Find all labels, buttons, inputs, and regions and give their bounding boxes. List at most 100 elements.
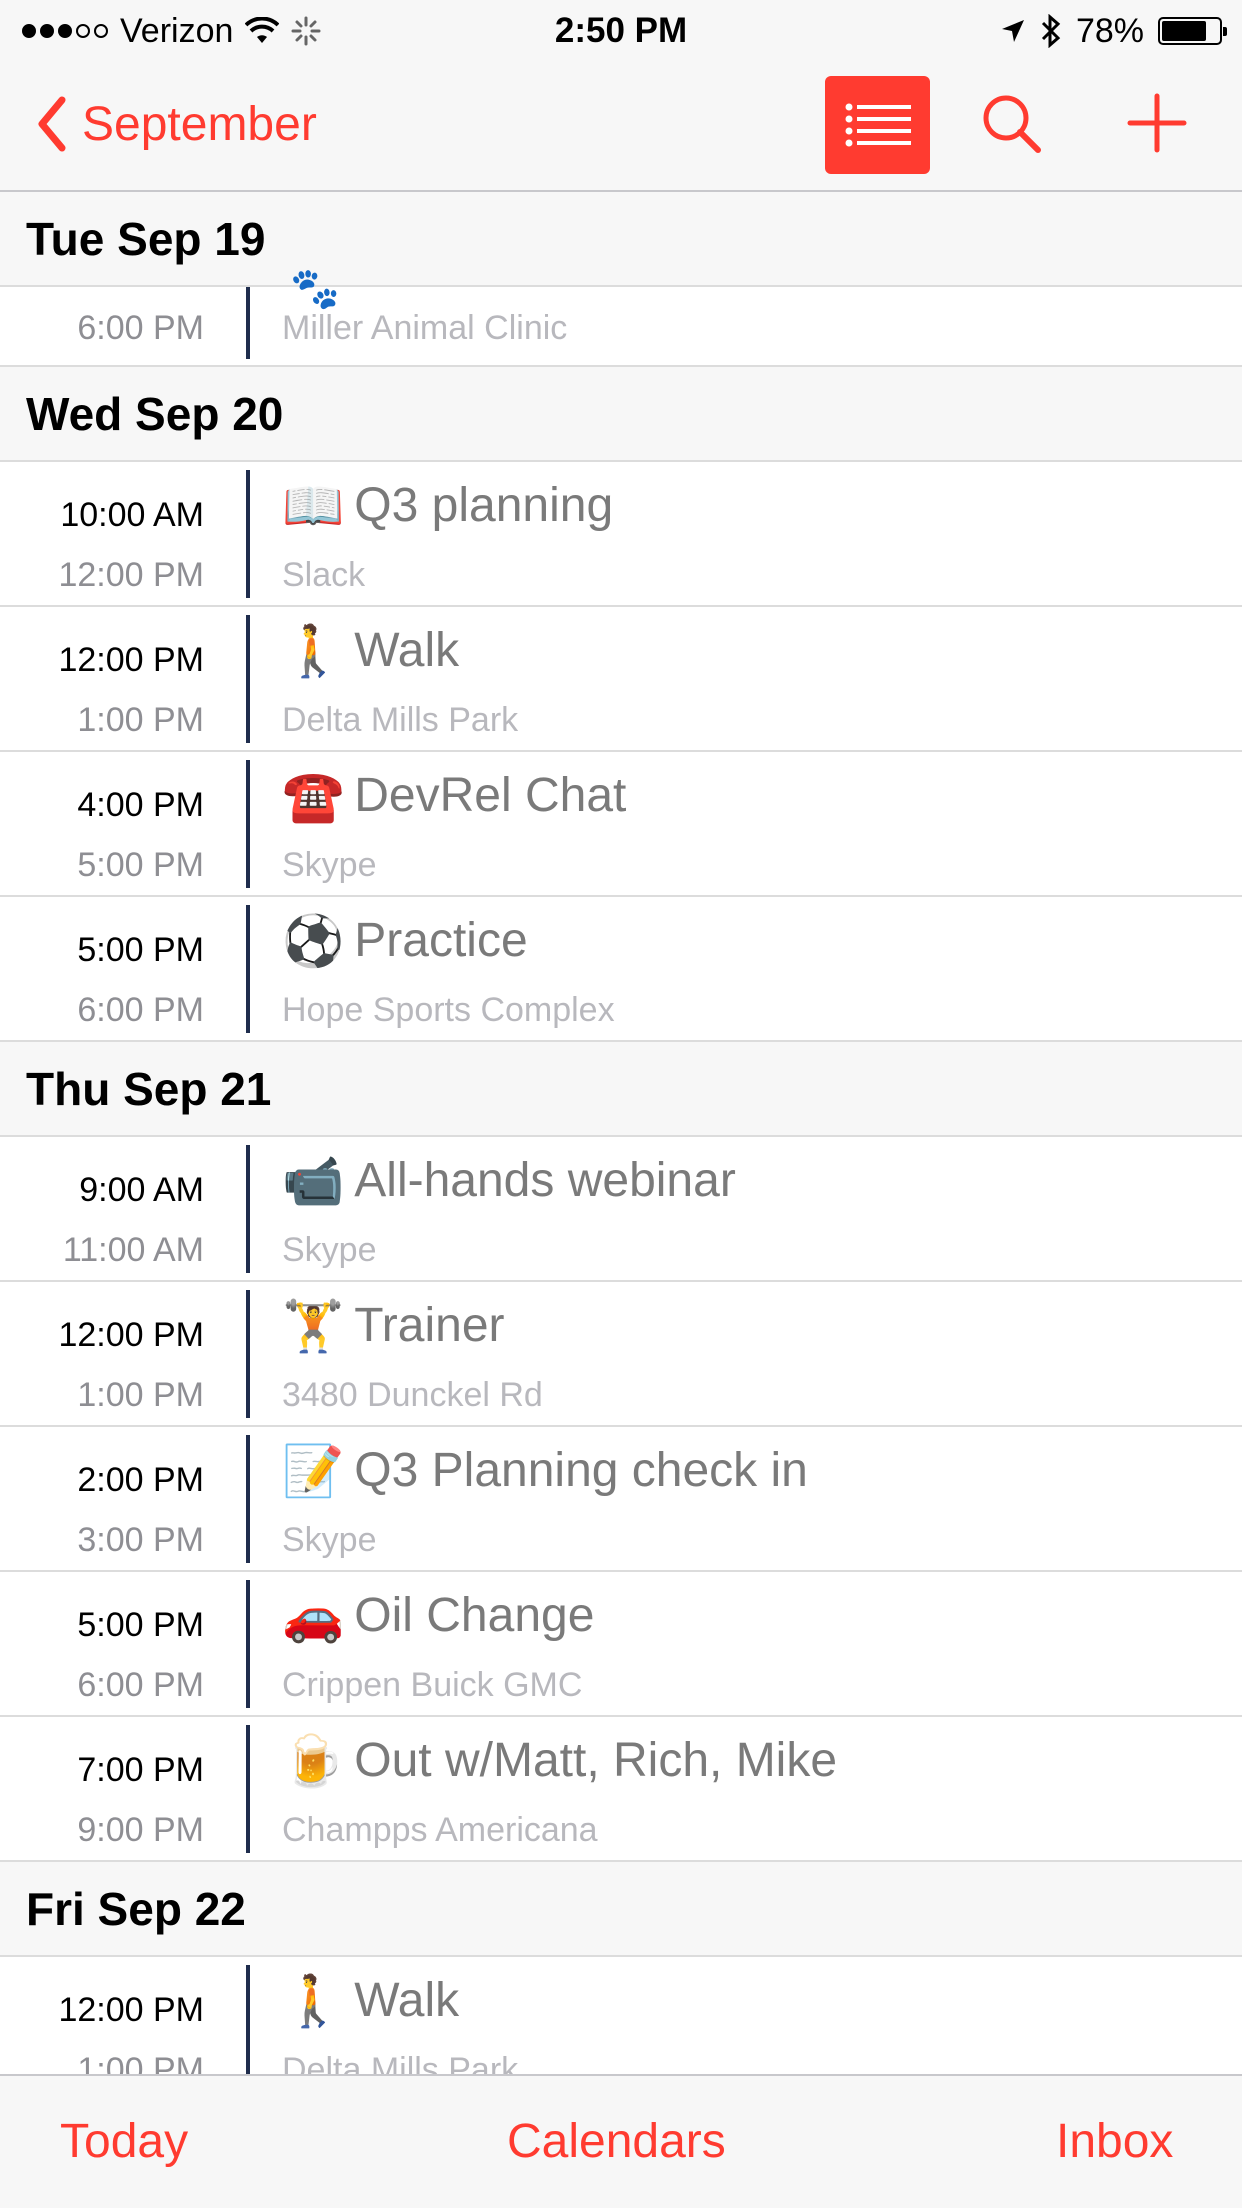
event-title: Out w/Matt, Rich, Mike — [354, 1734, 838, 1787]
event-location: Crippen Buick GMC — [282, 1666, 583, 1704]
back-label: September — [82, 97, 317, 151]
event-end-time: 9:00 PM — [77, 1811, 204, 1849]
memo-icon: 📝 — [282, 1442, 345, 1499]
telephone-icon: ☎️ — [282, 767, 345, 824]
event-start-time: 4:00 PM — [77, 786, 204, 824]
status-bar: Verizon 2:50 PM 78% — [0, 0, 1242, 62]
calendar-color-bar — [246, 1725, 250, 1853]
event-title-row: 🚗 Oil Change — [282, 1588, 594, 1643]
beer-mug-icon: 🍺 — [282, 1732, 345, 1789]
back-button[interactable]: September — [36, 92, 317, 156]
event-title: All-hands webinar — [354, 1154, 736, 1207]
weightlifter-icon: 🏋️ — [282, 1297, 345, 1354]
event-location: Champps Americana — [282, 1811, 598, 1849]
event-title: Practice — [354, 914, 528, 967]
event-title-row: 📹 All-hands webinar — [282, 1153, 736, 1208]
event-location: Skype — [282, 1231, 377, 1269]
event-start-time: 9:00 AM — [79, 1171, 204, 1209]
event-start-time: 12:00 PM — [58, 641, 204, 679]
event-title: Walk — [354, 1974, 460, 2027]
event-row[interactable]: 7:00 PM 9:00 PM 🍺 Out w/Matt, Rich, Mike… — [0, 1717, 1242, 1862]
event-location: Hope Sports Complex — [282, 991, 615, 1029]
calendar-color-bar — [246, 1145, 250, 1273]
event-location: Slack — [282, 556, 366, 594]
event-title-row: 📝 Q3 Planning check in — [282, 1443, 808, 1498]
day-header: Fri Sep 22 — [0, 1862, 1242, 1957]
open-book-icon: 📖 — [282, 477, 345, 534]
battery-percent: 78% — [1075, 11, 1144, 50]
event-title-row: 🚶 Walk — [282, 623, 459, 678]
event-end-time: 6:00 PM — [77, 1666, 204, 1704]
tab-today[interactable]: Today — [60, 2114, 188, 2169]
event-title-row: 🍺 Out w/Matt, Rich, Mike — [282, 1733, 837, 1788]
event-start-time: 12:00 PM — [58, 1991, 204, 2029]
event-end-time: 11:00 AM — [62, 1231, 204, 1269]
event-start-time: 10:00 AM — [60, 496, 204, 534]
event-end-time: 1:00 PM — [77, 1376, 204, 1414]
event-end-time: 1:00 PM — [77, 2051, 204, 2074]
search-icon — [983, 95, 1041, 153]
car-icon: 🚗 — [282, 1587, 345, 1644]
event-row[interactable]: 4:00 PM 5:00 PM ☎️ DevRel Chat Skype — [0, 752, 1242, 897]
event-end-time: 6:00 PM — [77, 309, 204, 347]
event-end-time: 6:00 PM — [77, 991, 204, 1029]
event-row[interactable]: 12:00 PM 1:00 PM 🏋️ Trainer 3480 Dunckel… — [0, 1282, 1242, 1427]
event-start-time: 2:00 PM — [77, 1461, 204, 1499]
day-header: Thu Sep 21 — [0, 1042, 1242, 1137]
event-row[interactable]: 5:00 PM 6:00 PM ⚽ Practice Hope Sports C… — [0, 897, 1242, 1042]
event-title: Trainer — [354, 1299, 505, 1352]
event-title: Q3 Planning check in — [354, 1444, 808, 1497]
event-end-time: 5:00 PM — [77, 846, 204, 884]
battery-icon — [1158, 17, 1227, 45]
event-title: Q3 planning — [354, 479, 614, 532]
calendar-color-bar — [246, 1290, 250, 1418]
calendar-color-bar — [246, 1965, 250, 2074]
event-start-time: 5:00 PM — [77, 931, 204, 969]
walking-person-icon: 🚶 — [282, 622, 345, 679]
status-right: 78% — [1000, 8, 1227, 54]
calendar-color-bar — [246, 615, 250, 743]
video-camera-icon: 📹 — [282, 1152, 345, 1209]
calendar-color-bar — [246, 470, 250, 598]
event-row[interactable]: 12:00 PM 1:00 PM 🚶 Walk Delta Mills Park — [0, 1957, 1242, 2074]
event-title-row: 🏋️ Trainer — [282, 1298, 505, 1353]
tab-inbox[interactable]: Inbox — [1056, 2114, 1173, 2169]
agenda-list[interactable]: Tue Sep 19 🐾 6:00 PM Miller Animal Clini… — [0, 192, 1242, 2074]
event-row[interactable]: 🐾 6:00 PM Miller Animal Clinic — [0, 267, 1242, 367]
event-title: DevRel Chat — [354, 769, 627, 822]
event-location: Delta Mills Park — [282, 2051, 519, 2074]
event-row[interactable]: 5:00 PM 6:00 PM 🚗 Oil Change Crippen Bui… — [0, 1572, 1242, 1717]
event-row[interactable]: 12:00 PM 1:00 PM 🚶 Walk Delta Mills Park — [0, 607, 1242, 752]
location-arrow-icon — [1001, 20, 1024, 42]
event-location: Delta Mills Park — [282, 701, 519, 739]
event-title: Walk — [354, 624, 460, 677]
calendar-color-bar — [246, 760, 250, 888]
event-end-time: 12:00 PM — [58, 556, 204, 594]
event-start-time: 7:00 PM — [77, 1751, 204, 1789]
event-location: 3480 Dunckel Rd — [282, 1376, 543, 1414]
event-row[interactable]: 10:00 AM 12:00 PM 📖 Q3 planning Slack — [0, 462, 1242, 607]
tab-calendars[interactable]: Calendars — [507, 2114, 726, 2169]
bluetooth-icon — [1041, 14, 1061, 48]
event-row[interactable]: 2:00 PM 3:00 PM 📝 Q3 Planning check in S… — [0, 1427, 1242, 1572]
add-event-button[interactable] — [1122, 88, 1192, 158]
event-title: Oil Change — [354, 1589, 595, 1642]
event-start-time: 12:00 PM — [58, 1316, 204, 1354]
calendar-color-bar — [246, 287, 250, 359]
list-icon — [845, 103, 911, 147]
paw-prints-icon: 🐾 — [290, 267, 340, 311]
event-location: Miller Animal Clinic — [282, 309, 568, 347]
calendar-color-bar — [246, 1435, 250, 1563]
list-view-button[interactable] — [825, 76, 930, 174]
search-button[interactable] — [978, 90, 1048, 160]
event-end-time: 1:00 PM — [77, 701, 204, 739]
plus-icon — [1127, 93, 1187, 153]
event-title-row: ☎️ DevRel Chat — [282, 768, 626, 823]
tab-bar: Today Calendars Inbox — [0, 2074, 1242, 2208]
calendar-color-bar — [246, 905, 250, 1033]
day-header: Tue Sep 19 — [0, 192, 1242, 287]
event-location: Skype — [282, 846, 377, 884]
event-row[interactable]: 9:00 AM 11:00 AM 📹 All-hands webinar Sky… — [0, 1137, 1242, 1282]
event-start-time: 5:00 PM — [77, 1606, 204, 1644]
walking-person-icon: 🚶 — [282, 1972, 345, 2029]
